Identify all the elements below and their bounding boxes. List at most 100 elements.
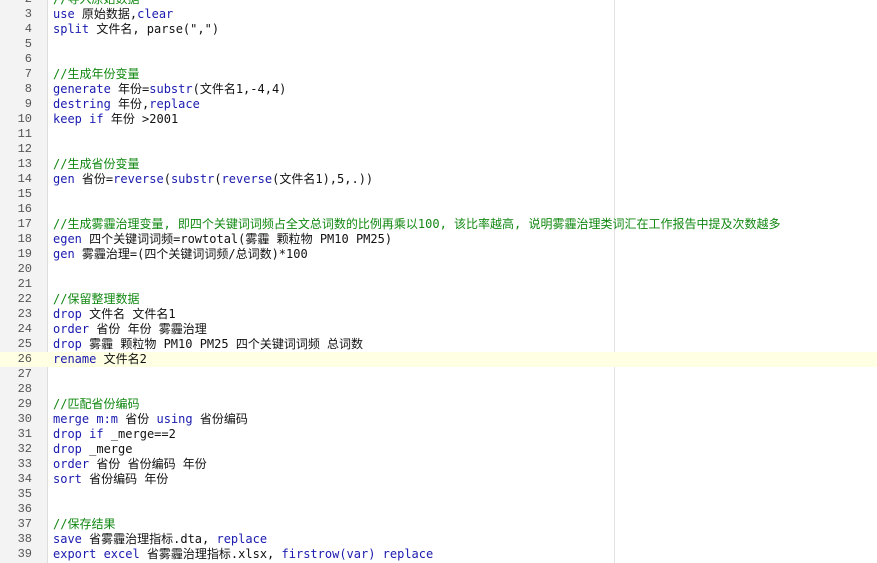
line-number: 25 [17,337,32,351]
line-number: 33 [17,457,32,471]
code-line[interactable]: 8 generate 年份=substr(文件名1,-4,4) [0,82,877,97]
line-code[interactable]: use 原始数据,clear [53,7,173,22]
code-line[interactable]: 17 //生成雾霾治理变量, 即四个关键词词频占全文总词数的比例再乘以100, 该… [0,217,877,232]
code-keyword: drop [53,307,82,321]
line-code[interactable]: rename 文件名2 [53,352,147,367]
line-code[interactable]: drop 雾霾 颗粒物 PM10 PM25 四个关键词词频 总词数 [53,337,363,352]
line-code[interactable]: egen 四个关键词词频=rowtotal(雾霾 颗粒物 PM10 PM25) [53,232,392,247]
line-code[interactable]: drop 文件名 文件名1 [53,307,176,322]
code-text: (文件名1,-4,4) [192,82,287,96]
code-line[interactable]: 39 export excel 省雾霾治理指标.xlsx, firstrow(va… [0,547,877,562]
code-line[interactable]: 37 //保存结果 [0,517,877,532]
line-code[interactable]: //保存结果 [53,517,115,532]
code-line[interactable]: 13 //生成省份变量 [0,157,877,172]
code-line[interactable]: 25 drop 雾霾 颗粒物 PM10 PM25 四个关键词词频 总词数 [0,337,877,352]
line-code[interactable]: drop _merge [53,442,132,457]
code-line[interactable]: 23 drop 文件名 文件名1 [0,307,877,322]
line-code[interactable]: save 省雾霾治理指标.dta, replace [53,532,267,547]
line-number: 5 [24,37,32,51]
code-keyword: order [53,322,90,336]
code-line[interactable]: 12 [0,142,877,157]
code-keyword: substr [149,82,193,96]
line-code[interactable]: order 省份 年份 雾霾治理 [53,322,207,337]
code-text: 雾霾 颗粒物 PM10 PM25 四个关键词词频 总词数 [81,337,364,351]
code-line[interactable]: 16 [0,202,877,217]
code-keyword: keep [53,112,82,126]
code-line[interactable]: 22 //保留整理数据 [0,292,877,307]
code-text: _merge [81,442,133,456]
line-code[interactable]: gen 雾霾治理=(四个关键词词频/总词数)*100 [53,247,308,262]
code-line[interactable]: 15 [0,187,877,202]
code-line[interactable]: 27 [0,367,877,382]
code-text: 省份= [74,172,114,186]
code-line[interactable]: 29 //匹配省份编码 [0,397,877,412]
line-code[interactable]: keep if 年份 >2001 [53,112,178,127]
code-lines[interactable]: 2 //导入原始数据 3 use 原始数据,clear 4 split 文件名, pars… [0,0,877,562]
line-number: 21 [17,277,32,291]
code-line[interactable]: 33 order 省份 省份编码 年份 [0,457,877,472]
line-code[interactable]: //导入原始数据 [53,0,139,7]
line-code[interactable]: split 文件名, parse(",") [53,22,219,37]
line-number: 2 [0,0,32,7]
code-comment: //生成年份变量 [53,67,140,81]
code-line[interactable]: 32 drop _merge [0,442,877,457]
code-comment: //保存结果 [53,517,116,531]
line-number: 20 [17,262,32,276]
code-line[interactable]: 30 merge m:m 省份 using 省份编码 [0,412,877,427]
line-number: 23 [17,307,32,321]
code-line[interactable]: 7 //生成年份变量 [0,67,877,82]
line-code[interactable]: destring 年份,replace [53,97,200,112]
line-code[interactable]: //生成年份变量 [53,67,139,82]
code-line[interactable]: 28 [0,382,877,397]
code-line[interactable]: 36 [0,502,877,517]
line-code[interactable]: order 省份 省份编码 年份 [53,457,207,472]
line-number: 36 [17,502,32,516]
line-code[interactable]: //生成省份变量 [53,157,139,172]
code-line[interactable]: 14 gen 省份=reverse(substr(reverse(文件名1),5,… [0,172,877,187]
code-line[interactable]: 11 [0,127,877,142]
line-code[interactable]: gen 省份=reverse(substr(reverse(文件名1),5,.)… [53,172,373,187]
line-number: 31 [17,427,32,441]
code-line[interactable]: 35 [0,487,877,502]
line-code[interactable]: generate 年份=substr(文件名1,-4,4) [53,82,286,97]
code-line[interactable]: 4 split 文件名, parse(",") [0,22,877,37]
code-line[interactable]: 10 keep if 年份 >2001 [0,112,877,127]
code-keyword: order [53,457,90,471]
code-text: 年份= [110,82,150,96]
code-line[interactable]: 2 //导入原始数据 [0,0,877,7]
line-code[interactable]: sort 省份编码 年份 [53,472,168,487]
line-number: 38 [17,532,32,546]
code-comment: //导入原始数据 [53,0,139,6]
code-line[interactable]: 3 use 原始数据,clear [0,7,877,22]
line-number: 30 [17,412,32,426]
line-number: 22 [17,292,32,306]
line-number: 29 [17,397,32,411]
line-code[interactable]: drop if _merge==2 [53,427,176,442]
code-line[interactable]: 34 sort 省份编码 年份 [0,472,877,487]
code-text: 省份 省份编码 年份 [89,457,207,471]
code-line[interactable]: 24 order 省份 年份 雾霾治理 [0,322,877,337]
line-number: 27 [17,367,32,381]
code-line[interactable]: 38 save 省雾霾治理指标.dta, replace [0,532,877,547]
line-number: 10 [17,112,32,126]
line-code[interactable]: //生成雾霾治理变量, 即四个关键词词频占全文总词数的比例再乘以100, 该比率… [53,217,780,232]
code-line[interactable]: 26 rename 文件名2 [0,352,877,367]
line-code[interactable]: export excel 省雾霾治理指标.xlsx, firstrow(var)… [53,547,433,562]
code-line[interactable]: 5 [0,37,877,52]
line-number: 35 [17,487,32,501]
line-number: 32 [17,442,32,456]
code-editor[interactable]: 2 //导入原始数据 3 use 原始数据,clear 4 split 文件名, pars… [0,0,877,563]
code-line[interactable]: 6 [0,52,877,67]
code-text: 省份编码 [192,412,248,426]
line-code[interactable]: merge m:m 省份 using 省份编码 [53,412,248,427]
code-line[interactable]: 19 gen 雾霾治理=(四个关键词词频/总词数)*100 [0,247,877,262]
line-number: 39 [17,547,32,561]
line-code[interactable]: //保留整理数据 [53,292,139,307]
code-line[interactable]: 9 destring 年份,replace [0,97,877,112]
code-line[interactable]: 20 [0,262,877,277]
code-line[interactable]: 31 drop if _merge==2 [0,427,877,442]
code-line[interactable]: 18 egen 四个关键词词频=rowtotal(雾霾 颗粒物 PM10 PM25… [0,232,877,247]
code-comment: //生成雾霾治理变量, 即四个关键词词频占全文总词数的比例再乘以100, 该比率… [53,217,781,231]
code-line[interactable]: 21 [0,277,877,292]
line-code[interactable]: //匹配省份编码 [53,397,139,412]
